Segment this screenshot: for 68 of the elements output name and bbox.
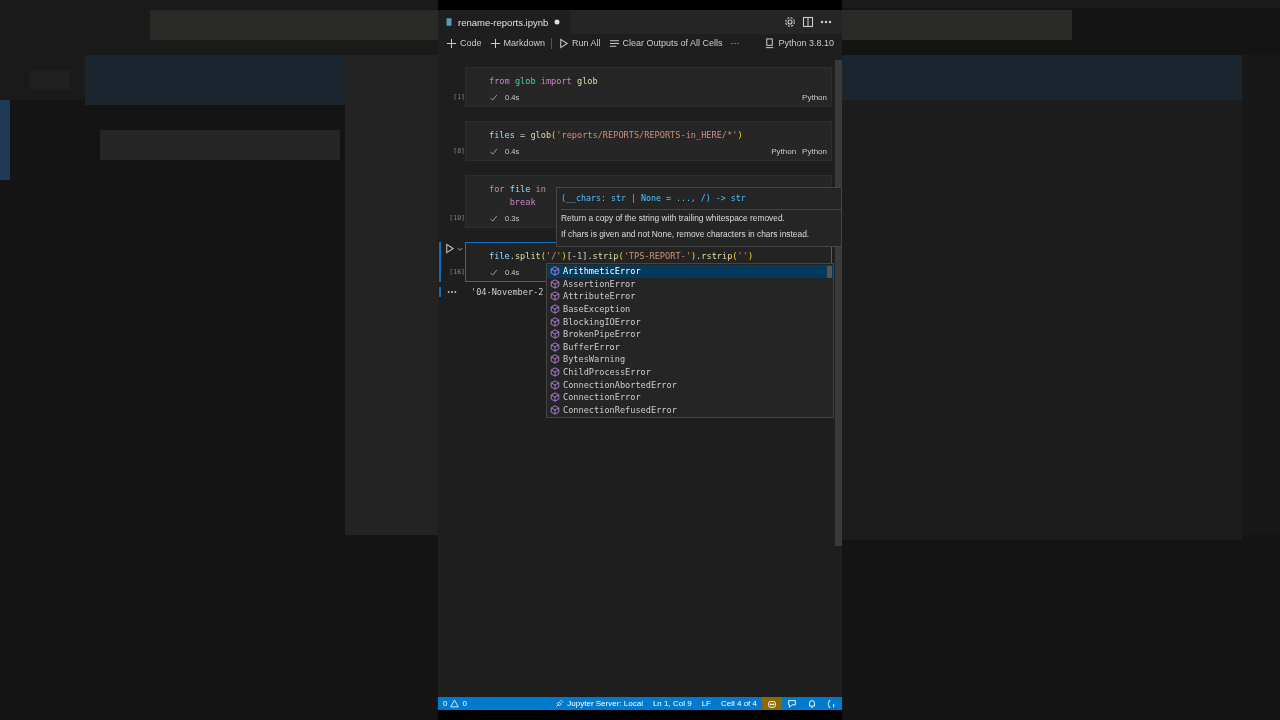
kernel-picker[interactable]: Python 3.8.10 xyxy=(760,37,838,49)
language-label[interactable]: Python xyxy=(771,147,797,156)
problems-button[interactable]: 0 0 xyxy=(438,697,472,710)
plug-icon xyxy=(555,699,565,708)
cell-output: '04-November-2 xyxy=(470,287,544,297)
language-label[interactable]: Python xyxy=(802,147,827,156)
suggestion-item[interactable]: BytesWarning xyxy=(547,353,833,366)
code-line: from glob import glob xyxy=(489,75,598,88)
settings-icon[interactable] xyxy=(784,16,796,28)
cube-icon xyxy=(550,316,560,327)
code-line: file.split('/')[-1].strip('TPS-REPORT-').rstrip('') xyxy=(489,250,754,263)
cube-icon xyxy=(550,329,560,340)
suggestion-item[interactable]: BrokenPipeError xyxy=(547,327,833,341)
doc-text: Return a copy of the string with trailing whitespace removed. xyxy=(561,212,786,225)
server-icon xyxy=(764,37,776,49)
suggestion-item[interactable]: BufferError xyxy=(547,340,833,354)
code-line: break xyxy=(508,196,536,209)
status-item[interactable]: LF xyxy=(696,697,716,710)
notebook-icon xyxy=(444,16,454,28)
suggestion-item[interactable]: ConnectionAbortedError xyxy=(547,378,833,391)
cube-icon xyxy=(550,304,560,315)
plus-icon xyxy=(446,37,457,49)
check-icon xyxy=(489,214,498,223)
split-editor-icon[interactable] xyxy=(802,16,814,28)
cube-icon xyxy=(550,367,560,378)
editor-tab[interactable]: rename-reports.ipynb xyxy=(438,10,571,34)
check-icon xyxy=(489,93,498,102)
suggestion-item[interactable]: ChildProcessError xyxy=(547,365,833,379)
cube-icon xyxy=(550,291,560,302)
suggestion-item[interactable]: ArithmeticError xyxy=(547,265,833,278)
check-icon xyxy=(489,268,498,277)
copilot-icon xyxy=(767,698,777,709)
cube-icon xyxy=(550,341,560,352)
toolbar-button[interactable]: Run All xyxy=(554,37,605,49)
cube-icon xyxy=(550,379,560,390)
toolbar-button[interactable]: Clear Outputs of All Cells xyxy=(604,37,727,49)
warning-icon xyxy=(450,699,460,708)
scrollbar-thumb[interactable] xyxy=(827,266,832,278)
cube-icon xyxy=(550,354,560,365)
clear-list-icon xyxy=(608,37,620,49)
status-item[interactable]: Jupyter Server: Local xyxy=(550,697,648,710)
run-icon xyxy=(558,37,570,49)
suggestion-item[interactable]: BaseException xyxy=(547,302,833,316)
cube-icon xyxy=(550,392,560,403)
more-actions-button[interactable]: ··· xyxy=(726,38,744,48)
doc-text: If chars is given and not None, remove characters in chars instead. xyxy=(561,228,811,241)
code-line: for file in xyxy=(489,183,546,196)
toolbar-button[interactable]: Markdown xyxy=(485,37,550,49)
suggestion-item[interactable]: AttributeError xyxy=(547,290,833,303)
cube-icon xyxy=(550,278,560,289)
bell-icon xyxy=(807,698,817,709)
status-item[interactable]: Ln 1, Col 9 xyxy=(647,697,697,710)
plus-icon xyxy=(489,37,501,49)
cube-icon xyxy=(550,266,560,277)
status-item[interactable]: Cell 4 of 4 xyxy=(715,697,762,710)
copilot-button[interactable] xyxy=(762,697,782,710)
cube-icon xyxy=(550,404,560,415)
feedback-icon xyxy=(787,698,797,709)
toolbar-button[interactable]: Code xyxy=(442,37,486,49)
language-label[interactable]: Python xyxy=(802,93,827,102)
check-icon xyxy=(489,147,498,156)
suggestion-item[interactable]: ConnectionError xyxy=(547,390,833,404)
suggestion-item[interactable]: ConnectionRefusedError xyxy=(547,403,833,417)
suggestion-item[interactable]: BlockingIOError xyxy=(547,315,833,328)
signature-text: (__chars: str | None = ..., /) -> str xyxy=(561,191,841,210)
code-line: files = glob('reports/REPORTS/REPORTS-in_HERE/*') xyxy=(489,129,743,142)
run-cell-icon[interactable] xyxy=(444,243,455,254)
braces-icon xyxy=(827,698,837,709)
